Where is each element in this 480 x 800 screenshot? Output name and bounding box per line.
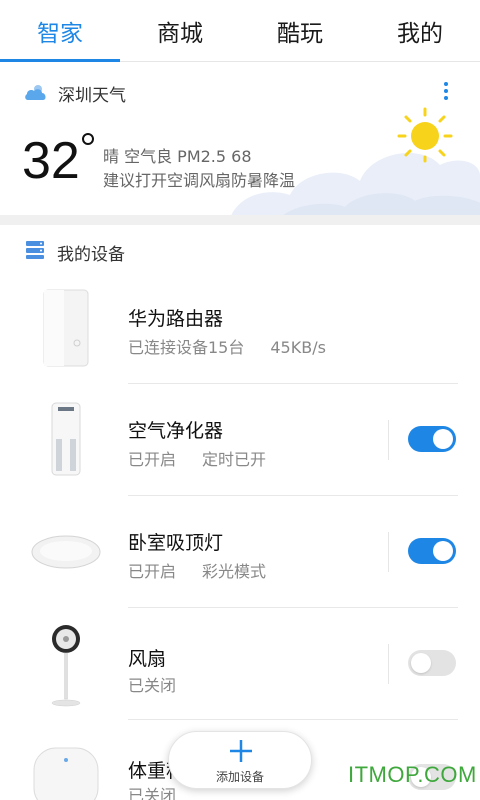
device-name: 卧室吸顶灯 bbox=[128, 532, 224, 554]
device-status-secondary: 45KB/s bbox=[270, 338, 326, 357]
vertical-separator bbox=[388, 420, 389, 460]
air-purifier-image bbox=[24, 384, 108, 496]
tab-shop[interactable]: 商城 bbox=[120, 0, 240, 61]
device-name: 空气净化器 bbox=[128, 420, 224, 442]
degree-symbol bbox=[82, 133, 94, 145]
vertical-separator bbox=[388, 532, 389, 572]
device-status-primary: 已开启 bbox=[128, 562, 177, 581]
device-name: 风扇 bbox=[128, 648, 167, 670]
devices-section-header: 我的设备 bbox=[0, 225, 480, 279]
device-status-secondary: 彩光模式 bbox=[202, 562, 267, 581]
power-toggle[interactable] bbox=[408, 426, 456, 452]
device-item-ceiling-light[interactable]: 卧室吸顶灯 已开启 彩光模式 bbox=[0, 496, 480, 608]
device-item-router[interactable]: 华为路由器 已连接设备15台 45KB/s bbox=[0, 272, 480, 384]
device-item-fan[interactable]: 风扇 已关闭 bbox=[0, 608, 480, 720]
device-status-primary: 已开启 bbox=[128, 450, 177, 469]
device-status-primary: 已连接设备15台 bbox=[128, 338, 245, 357]
power-toggle[interactable] bbox=[408, 538, 456, 564]
tab-zhijia[interactable]: 智家 bbox=[0, 0, 120, 62]
ceiling-light-image bbox=[24, 496, 108, 608]
tab-me[interactable]: 我的 bbox=[360, 0, 480, 61]
weather-condition: 晴 空气良 PM2.5 68 bbox=[103, 147, 252, 166]
device-status-primary: 已关闭 bbox=[128, 786, 177, 800]
device-item-air-purifier[interactable]: 空气净化器 已开启 定时已开 bbox=[0, 384, 480, 496]
device-list-icon bbox=[25, 240, 45, 264]
weather-city-label: 深圳天气 bbox=[58, 86, 126, 106]
temperature-value: 32 bbox=[22, 132, 80, 190]
router-image bbox=[24, 272, 108, 384]
device-status: 已关闭 bbox=[128, 672, 176, 696]
weather-advice: 建议打开空调风扇防暑降温 bbox=[103, 171, 296, 190]
power-toggle[interactable] bbox=[408, 650, 456, 676]
device-status: 已开启 定时已开 bbox=[128, 446, 266, 470]
add-device-button[interactable]: 添加设备 bbox=[168, 731, 312, 789]
scale-image bbox=[24, 734, 108, 800]
device-status: 已连接设备15台 45KB/s bbox=[128, 334, 326, 358]
more-vertical-icon[interactable] bbox=[436, 79, 456, 105]
vertical-separator bbox=[388, 644, 389, 684]
watermark-text: ITMOP.COM bbox=[348, 762, 477, 787]
cloud-icon bbox=[24, 83, 48, 105]
top-tab-bar: 智家 商城 酷玩 我的 bbox=[0, 0, 480, 62]
device-status-secondary: 定时已开 bbox=[202, 450, 267, 469]
add-device-label: 添加设备 bbox=[215, 770, 264, 784]
weather-city: 深圳天气 bbox=[24, 81, 126, 106]
plus-icon bbox=[228, 738, 254, 768]
tab-play[interactable]: 酷玩 bbox=[240, 0, 360, 61]
sun-icon bbox=[395, 103, 455, 167]
section-gap bbox=[0, 215, 480, 225]
fan-image bbox=[24, 608, 108, 720]
device-status-primary: 已关闭 bbox=[128, 676, 177, 695]
device-status: 已开启 彩光模式 bbox=[128, 558, 266, 582]
devices-section-title: 我的设备 bbox=[57, 244, 125, 265]
weather-card[interactable]: 深圳天气 32 晴 空气良 PM2.5 68 建议打开空调风扇防暑降温 bbox=[0, 63, 480, 215]
device-name: 华为路由器 bbox=[128, 308, 224, 330]
